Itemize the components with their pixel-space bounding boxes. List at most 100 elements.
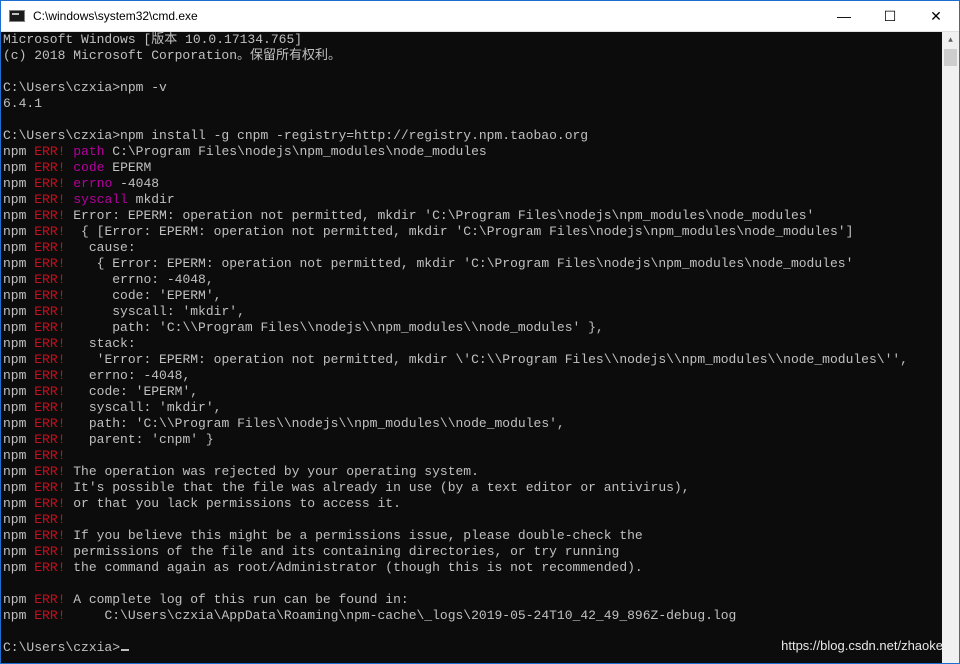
console-text: npm (3, 464, 35, 479)
close-button[interactable]: ✕ (913, 1, 959, 31)
err-tag: ERR! (34, 384, 66, 399)
console-text: C:\Users\czxia>npm install -g cnpm -regi… (3, 128, 589, 143)
console-text: C:\Users\czxia>npm -v (3, 80, 167, 95)
console-text: npm (3, 352, 35, 367)
console-text: path: 'C:\\Program Files\\nodejs\\npm_mo… (65, 320, 604, 335)
console-text: npm (3, 400, 35, 415)
console-line: npm ERR! syscall: 'mkdir', (3, 304, 941, 320)
console-line: npm ERR! syscall: 'mkdir', (3, 400, 941, 416)
console-line: npm ERR! errno -4048 (3, 176, 941, 192)
console-text: syscall: 'mkdir', (65, 400, 222, 415)
err-tag: ERR! (34, 512, 66, 527)
err-tag: ERR! (34, 560, 66, 575)
console-text: Error: EPERM: operation not permitted, m… (65, 208, 815, 223)
console-line: npm ERR! The operation was rejected by y… (3, 464, 941, 480)
cmd-window: C:\windows\system32\cmd.exe — ☐ ✕ Micros… (0, 0, 960, 664)
console-text: npm (3, 432, 35, 447)
console-text: npm (3, 256, 35, 271)
console-text: or that you lack permissions to access i… (65, 496, 401, 511)
console-line: npm ERR! path C:\Program Files\nodejs\np… (3, 144, 941, 160)
console-text: cause: (65, 240, 136, 255)
console-text: npm (3, 448, 35, 463)
error-field-key: syscall (73, 192, 128, 207)
console-text: mkdir (127, 192, 175, 207)
minimize-button[interactable]: — (821, 1, 867, 31)
console-text: npm (3, 208, 35, 223)
console-line: npm ERR! 'Error: EPERM: operation not pe… (3, 352, 941, 368)
console-text: npm (3, 368, 35, 383)
err-tag: ERR! (34, 192, 66, 207)
title-bar[interactable]: C:\windows\system32\cmd.exe — ☐ ✕ (1, 1, 959, 32)
err-tag: ERR! (34, 480, 66, 495)
console-text: { Error: EPERM: operation not permitted,… (65, 256, 854, 271)
err-tag: ERR! (34, 288, 66, 303)
window-title: C:\windows\system32\cmd.exe (33, 9, 198, 23)
scroll-up-arrow-icon[interactable]: ▲ (942, 32, 959, 49)
console-line: npm ERR! parent: 'cnpm' } (3, 432, 941, 448)
maximize-button[interactable]: ☐ (867, 1, 913, 31)
console-text: npm (3, 272, 35, 287)
err-tag: ERR! (34, 608, 66, 623)
err-tag: ERR! (34, 208, 66, 223)
console-text: If you believe this might be a permissio… (65, 528, 643, 543)
err-tag: ERR! (34, 160, 66, 175)
err-tag: ERR! (34, 352, 66, 367)
console-text: parent: 'cnpm' } (65, 432, 214, 447)
console-text: npm (3, 528, 35, 543)
console-text: errno: -4048, (65, 272, 214, 287)
console-text: npm (3, 160, 35, 175)
console-text: npm (3, 304, 35, 319)
console-line: npm ERR! cause: (3, 240, 941, 256)
console-text: code: 'EPERM', (65, 384, 199, 399)
console-line: C:\Users\czxia>npm install -g cnpm -regi… (3, 128, 941, 144)
console-line: npm ERR! code: 'EPERM', (3, 384, 941, 400)
console-text: syscall: 'mkdir', (65, 304, 245, 319)
err-tag: ERR! (34, 272, 66, 287)
scroll-thumb[interactable] (944, 49, 957, 66)
console-text: 6.4.1 (3, 96, 43, 111)
watermark: https://blog.csdn.net/zhaoke (781, 638, 943, 653)
console-text: npm (3, 144, 35, 159)
console-text: npm (3, 224, 35, 239)
console-line: C:\Users\czxia>npm -v (3, 80, 941, 96)
console-output[interactable]: Microsoft Windows [版本 10.0.17134.765] (c)… (1, 32, 941, 663)
vertical-scrollbar[interactable]: ▲ (942, 32, 959, 663)
console-text: EPERM (104, 160, 152, 175)
err-tag: ERR! (34, 320, 66, 335)
console-text: npm (3, 240, 35, 255)
console-text: code: 'EPERM', (65, 288, 222, 303)
console-text: C:\Users\czxia> (3, 640, 121, 655)
err-tag: ERR! (34, 496, 66, 511)
err-tag: ERR! (34, 336, 66, 351)
console-line: npm ERR! path: 'C:\\Program Files\\nodej… (3, 320, 941, 336)
console-line: npm ERR! (3, 512, 941, 528)
console-text: the command again as root/Administrator … (65, 560, 643, 575)
console-text: npm (3, 416, 35, 431)
console-line: npm ERR! stack: (3, 336, 941, 352)
err-tag: ERR! (34, 256, 66, 271)
console-text: permissions of the file and its containi… (65, 544, 620, 559)
console-line: npm ERR! errno: -4048, (3, 272, 941, 288)
console-line: npm ERR! code EPERM (3, 160, 941, 176)
err-tag: ERR! (34, 432, 66, 447)
error-field-key: errno (73, 176, 113, 191)
console-text: npm (3, 176, 35, 191)
console-line: npm ERR! errno: -4048, (3, 368, 941, 384)
err-tag: ERR! (34, 368, 66, 383)
console-text: npm (3, 608, 35, 623)
console-text: npm (3, 480, 35, 495)
console-text: stack: (65, 336, 136, 351)
err-tag: ERR! (34, 464, 66, 479)
error-field-key: path (73, 144, 105, 159)
console-text: npm (3, 384, 35, 399)
console-text: C:\Program Files\nodejs\npm_modules\node… (104, 144, 487, 159)
console-text: The operation was rejected by your opera… (65, 464, 479, 479)
err-tag: ERR! (34, 544, 66, 559)
console-text: npm (3, 192, 35, 207)
console-text: C:\Users\czxia\AppData\Roaming\npm-cache… (65, 608, 737, 623)
console-text: npm (3, 560, 35, 575)
console-line: npm ERR! A complete log of this run can … (3, 592, 941, 608)
